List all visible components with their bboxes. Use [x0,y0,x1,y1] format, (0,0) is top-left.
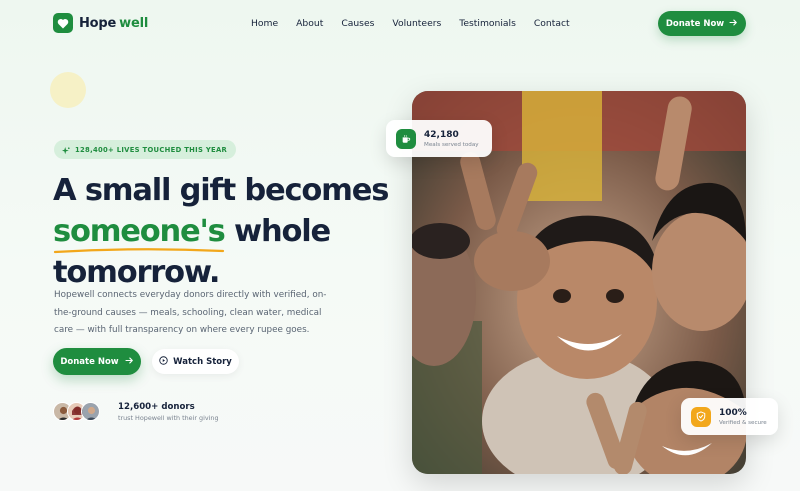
headline-line3: tomorrow. [53,255,221,290]
donors-subtitle: trust Hopewell with their giving [118,414,219,422]
nav-about[interactable]: About [296,18,323,29]
brand-name: Hope well [79,15,149,31]
main-nav: Home About Causes Volunteers Testimonial… [251,18,588,29]
donate-now-button[interactable]: Donate Now [53,348,141,375]
header-donate-button[interactable]: Donate Now [658,11,746,36]
verified-label: Verified & secure [719,419,767,426]
donors-count: 12,600+ donors [118,402,195,412]
shield-icon [691,406,711,427]
highlight-underline [53,248,225,254]
donor-avatars [53,402,100,421]
headline-highlight: someone's [53,211,226,254]
nav-volunteers[interactable]: Volunteers [392,18,441,29]
brand-logo[interactable]: Hope well [53,13,148,33]
nav-causes[interactable]: Causes [341,18,374,29]
play-circle-icon [159,355,168,368]
header-donate-label: Donate Now [665,18,725,29]
hero-headline: A small gift becomes someone's whole tom… [53,170,389,293]
meals-label: Meals served today [424,141,479,148]
decorative-blob [50,72,86,108]
badge-text: 128,400+ LIVES TOUCHED THIS YEAR [75,145,228,154]
watch-story-label: Watch Story [173,356,232,367]
nav-contact[interactable]: Contact [534,18,570,29]
meals-served-card: 42,180 Meals served today [386,120,492,157]
lives-touched-badge: 128,400+ LIVES TOUCHED THIS YEAR [54,140,237,159]
watch-story-button[interactable]: Watch Story [152,349,239,374]
headline-line2-rest: whole [224,214,331,249]
arrow-right-icon [125,356,134,367]
heart-icon [53,13,73,33]
nav-home[interactable]: Home [251,18,278,29]
headline-line1: A small gift becomes [53,173,389,208]
verified-card: 100% Verified & secure [681,398,778,435]
sparkle-icon [62,140,70,159]
meals-value: 42,180 [424,129,459,140]
donate-now-label: Donate Now [60,356,119,367]
verified-value: 100% [719,407,747,418]
arrow-right-icon [729,18,738,29]
hero-description: Hopewell connects everyday donors direct… [54,290,327,335]
avatar [81,402,100,421]
cup-icon [396,128,416,149]
nav-testimonials[interactable]: Testimonials [459,18,516,29]
